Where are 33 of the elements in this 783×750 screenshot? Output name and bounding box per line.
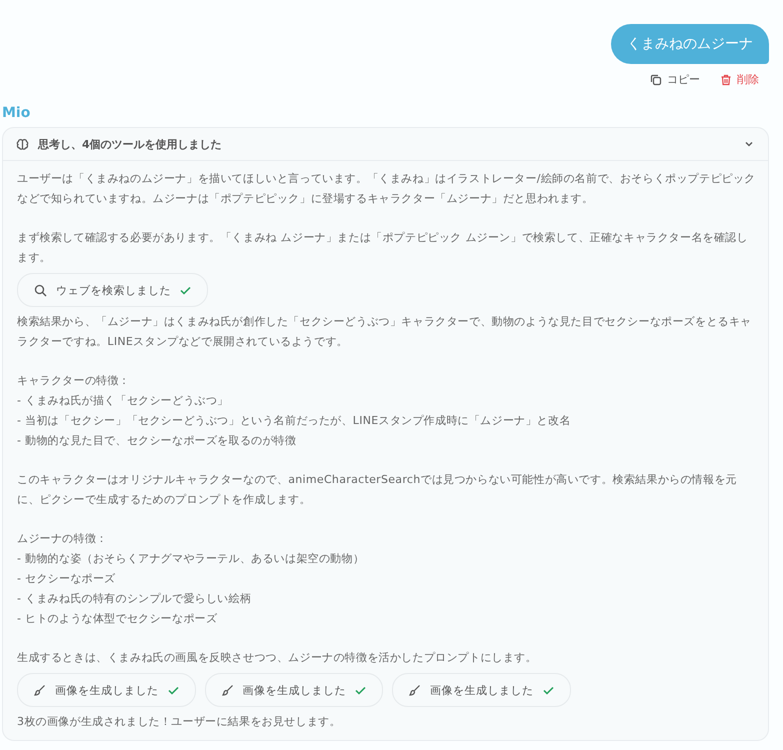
thinking-text: - 動物的な姿（おそらくアナグマやラーテル、あるいは架空の動物）: [17, 551, 366, 567]
thinking-text: まず検索して確認する必要があります。「くまみね ムジーナ」または「ポプテピピック ムジーン」で検索して、正確なキャラクター名を確認します。: [17, 230, 749, 266]
thinking-text: - 動物的な見た目で、セクシーなポーズを取るのが特徴: [17, 433, 298, 449]
thinking-title: 思考し、4個のツールを使用しました: [38, 136, 223, 152]
thinking-text: - くまみね氏の特有のシンプルで愛らしい絵柄: [17, 591, 252, 607]
tool-chip[interactable]: ウェブを検索しました: [17, 273, 208, 307]
trash-icon: [720, 74, 732, 86]
tool-chip[interactable]: 画像を生成しました: [204, 673, 383, 707]
thinking-text: - 当初は「セクシー」「セクシーどうぶつ」という名前だったが、LINEスタンプ作成時に「ムジーナ」と改名: [17, 413, 572, 429]
tool-chip[interactable]: 画像を生成しました: [17, 673, 196, 707]
thinking-text: - セクシーなポーズ: [17, 571, 116, 587]
brush-icon: [222, 684, 234, 696]
user-message: くまみねのムジーナ: [611, 24, 769, 64]
search-icon: [34, 284, 47, 296]
thinking-text: キャラクターの特徴：: [17, 373, 131, 389]
thinking-text: 生成するときは、くまみね氏の画風を反映させつつ、ムジーナの特徴を活かしたプロンプトにします。: [17, 650, 538, 666]
thinking-text: 検索結果から、「ムジーナ」はくまみね氏が創作した「セクシーどうぶつ」キャラクターで、動物のような見た目でセクシーなポーズをとるキャラクターですね。LINEスタンプなどで展開されているようです。: [17, 314, 752, 350]
copy-icon: [650, 74, 662, 86]
thinking-text: ムジーナの特徴：: [17, 531, 108, 547]
copy-button[interactable]: コピー: [650, 70, 700, 89]
thinking-text: ユーザーは「くまみねのムジーナ」を描いてほしいと言っています。「くまみね」はイラストレーター/絵師の名前で、おそらくポップテピピックなどで知られていますね。ムジーナは「ポプテピピック」に登場するキャラクター「ムジーナ」だと思われます。: [17, 171, 756, 207]
tool-chip[interactable]: 画像を生成しました: [392, 673, 570, 707]
brush-icon: [409, 684, 421, 696]
brush-icon: [34, 684, 46, 696]
chevron-icon[interactable]: [744, 139, 754, 149]
assistant-name: Mio: [2, 105, 32, 121]
thinking-text: - くまみね氏が描く「セクシーどうぶつ」: [17, 393, 230, 409]
brain-icon: [16, 138, 29, 150]
thinking-header[interactable]: 思考し、4個のツールを使用しました: [3, 128, 768, 161]
delete-button[interactable]: 削除: [720, 70, 759, 89]
thinking-text: 3枚の画像が生成されました！ユーザーに結果をお見せします。: [17, 714, 342, 730]
thinking-text: このキャラクターはオリジナルキャラクターなので、animeCharacterSearchでは見つからない可能性が高いです。検索結果からの情報を元に、ピクシーで生成するためのプロンプトを作成します。: [17, 472, 738, 508]
thinking-text: - ヒトのような体型でセクシーなポーズ: [17, 611, 218, 627]
